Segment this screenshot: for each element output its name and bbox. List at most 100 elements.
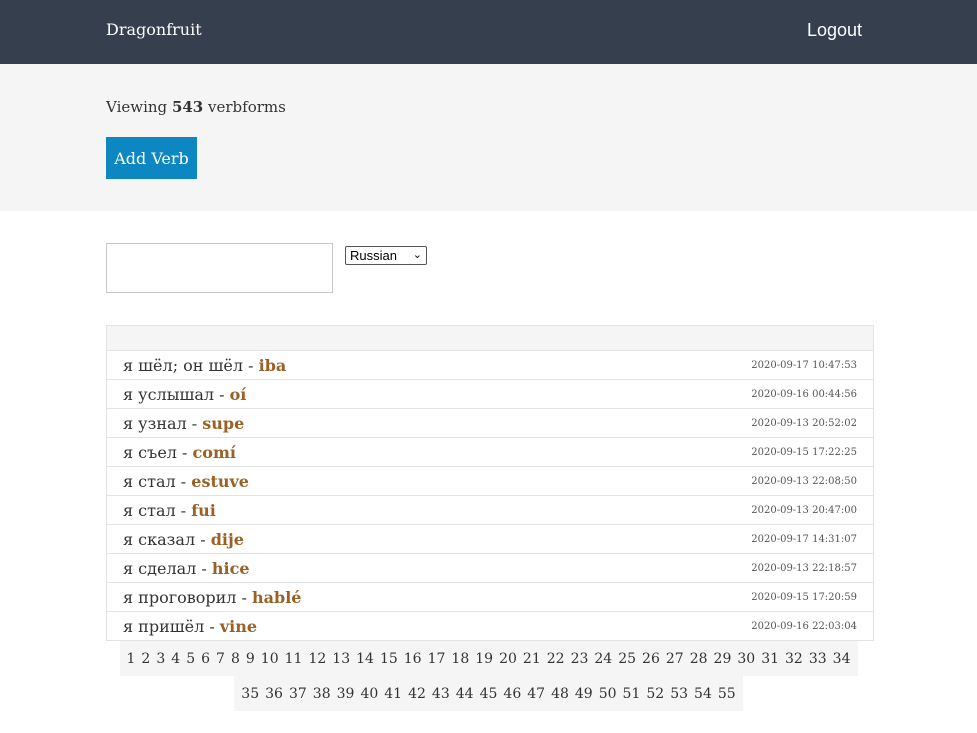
table-row[interactable]: я стал - estuve 2020-09-13 22:08:50 bbox=[106, 467, 874, 496]
page-link[interactable]: 10 bbox=[258, 651, 282, 667]
timestamp: 2020-09-15 17:22:25 bbox=[751, 447, 857, 458]
page-link[interactable]: 52 bbox=[643, 686, 667, 702]
page-link[interactable]: 37 bbox=[286, 686, 310, 702]
page-link[interactable]: 43 bbox=[429, 686, 453, 702]
language-select-value: Russian bbox=[350, 248, 397, 263]
table-row[interactable]: я шёл; он шёл - iba 2020-09-17 10:47:53 bbox=[106, 351, 874, 380]
verb-phrase: я съел - comí bbox=[123, 443, 236, 462]
table-row[interactable]: я сделал - hice 2020-09-13 22:18:57 bbox=[106, 554, 874, 583]
verbform-count: 543 bbox=[171, 98, 204, 116]
page-link[interactable]: 51 bbox=[620, 686, 644, 702]
page-link[interactable]: 17 bbox=[425, 651, 449, 667]
page-link[interactable]: 21 bbox=[520, 651, 544, 667]
table-row[interactable]: я проговорил - hablé 2020-09-15 17:20:59 bbox=[106, 583, 874, 612]
verb-phrase: я стал - fui bbox=[123, 501, 216, 520]
page-link[interactable]: 6 bbox=[198, 651, 213, 667]
page-link[interactable]: 49 bbox=[572, 686, 596, 702]
page-link[interactable]: 7 bbox=[213, 651, 228, 667]
page-link[interactable]: 22 bbox=[544, 651, 568, 667]
page-link[interactable]: 12 bbox=[305, 651, 329, 667]
page-link[interactable]: 30 bbox=[734, 651, 758, 667]
page-link[interactable]: 33 bbox=[806, 651, 830, 667]
page-link[interactable]: 54 bbox=[691, 686, 715, 702]
verb-phrase: я пришёл - vine bbox=[123, 617, 257, 636]
page-link[interactable]: 4 bbox=[168, 651, 183, 667]
page-link[interactable]: 45 bbox=[477, 686, 501, 702]
answer-text: vine bbox=[219, 617, 258, 636]
page-link[interactable]: 19 bbox=[472, 651, 496, 667]
pagination-line-2: 35 36 37 38 39 40 41 42 43 44 45 46 47 48 49 50 51 52 53 54… bbox=[0, 676, 977, 711]
page-link[interactable]: 42 bbox=[405, 686, 429, 702]
verb-phrase: я узнал - supe bbox=[123, 414, 244, 433]
verb-phrase: я шёл; он шёл - iba bbox=[123, 356, 286, 375]
page-link[interactable]: 32 bbox=[782, 651, 806, 667]
page-link[interactable]: 23 bbox=[568, 651, 592, 667]
top-navbar: Dragonfruit Logout bbox=[0, 0, 977, 64]
answer-text: supe bbox=[202, 414, 245, 433]
prompt-text: я шёл; он шёл - bbox=[123, 356, 259, 375]
language-select[interactable]: Russian ⌄ bbox=[345, 246, 427, 265]
page-link[interactable]: 2 bbox=[138, 651, 153, 667]
page-link[interactable]: 3 bbox=[153, 651, 168, 667]
page-link[interactable]: 50 bbox=[596, 686, 620, 702]
verb-phrase: я проговорил - hablé bbox=[123, 588, 301, 607]
table-row[interactable]: я сказал - dije 2020-09-17 14:31:07 bbox=[106, 525, 874, 554]
prompt-text: я стал - bbox=[123, 472, 192, 491]
page-link[interactable]: 26 bbox=[639, 651, 663, 667]
page-link[interactable]: 41 bbox=[381, 686, 405, 702]
page-link[interactable]: 35 bbox=[238, 686, 262, 702]
timestamp: 2020-09-13 22:18:57 bbox=[751, 563, 857, 574]
page-link[interactable]: 8 bbox=[228, 651, 243, 667]
timestamp: 2020-09-17 10:47:53 bbox=[751, 360, 857, 371]
page-link[interactable]: 53 bbox=[667, 686, 691, 702]
page-link[interactable]: 40 bbox=[357, 686, 381, 702]
page-link[interactable]: 5 bbox=[183, 651, 198, 667]
add-verb-button[interactable]: Add Verb bbox=[106, 137, 197, 179]
page-link[interactable]: 47 bbox=[524, 686, 548, 702]
page-link[interactable]: 38 bbox=[310, 686, 334, 702]
viewing-suffix: verbforms bbox=[208, 98, 286, 116]
timestamp: 2020-09-13 20:52:02 bbox=[751, 418, 857, 429]
answer-text: fui bbox=[191, 501, 216, 520]
table-row[interactable]: я узнал - supe 2020-09-13 20:52:02 bbox=[106, 409, 874, 438]
page-link[interactable]: 24 bbox=[591, 651, 615, 667]
page-link[interactable]: 34 bbox=[830, 651, 854, 667]
page-link[interactable]: 27 bbox=[663, 651, 687, 667]
table-row[interactable]: я услышал - oí 2020-09-16 00:44:56 bbox=[106, 380, 874, 409]
page-link[interactable]: 55 bbox=[715, 686, 739, 702]
summary-panel: Viewing 543 verbforms Add Verb bbox=[0, 64, 977, 211]
logout-link[interactable]: Logout bbox=[807, 20, 862, 41]
table-row[interactable]: я пришёл - vine 2020-09-16 22:03:04 bbox=[106, 612, 874, 641]
timestamp: 2020-09-17 14:31:07 bbox=[751, 534, 857, 545]
page-link[interactable]: 39 bbox=[334, 686, 358, 702]
verb-phrase: я сказал - dije bbox=[123, 530, 244, 549]
page-link[interactable]: 46 bbox=[500, 686, 524, 702]
page-link[interactable]: 25 bbox=[615, 651, 639, 667]
page-link[interactable]: 28 bbox=[687, 651, 711, 667]
brand-link[interactable]: Dragonfruit bbox=[106, 20, 202, 39]
search-input[interactable] bbox=[106, 243, 333, 293]
page-link[interactable]: 9 bbox=[243, 651, 258, 667]
page-link[interactable]: 31 bbox=[758, 651, 782, 667]
page-link[interactable]: 16 bbox=[401, 651, 425, 667]
timestamp: 2020-09-16 00:44:56 bbox=[751, 389, 857, 400]
answer-text: iba bbox=[258, 356, 287, 375]
table-row[interactable]: я стал - fui 2020-09-13 20:47:00 bbox=[106, 496, 874, 525]
page-link[interactable]: 29 bbox=[711, 651, 735, 667]
table-row[interactable]: я съел - comí 2020-09-15 17:22:25 bbox=[106, 438, 874, 467]
viewing-prefix: Viewing bbox=[106, 98, 168, 116]
prompt-text: я сказал - bbox=[123, 530, 211, 549]
page-link[interactable]: 36 bbox=[262, 686, 286, 702]
page-link[interactable]: 15 bbox=[377, 651, 401, 667]
page-link[interactable]: 48 bbox=[548, 686, 572, 702]
prompt-text: я стал - bbox=[123, 501, 192, 520]
page-link[interactable]: 20 bbox=[496, 651, 520, 667]
page-link[interactable]: 13 bbox=[329, 651, 353, 667]
answer-text: comí bbox=[192, 443, 236, 462]
page-link[interactable]: 1 bbox=[124, 651, 139, 667]
page-link[interactable]: 14 bbox=[353, 651, 377, 667]
prompt-text: я съел - bbox=[123, 443, 193, 462]
page-link[interactable]: 11 bbox=[282, 651, 306, 667]
page-link[interactable]: 44 bbox=[453, 686, 477, 702]
page-link[interactable]: 18 bbox=[448, 651, 472, 667]
